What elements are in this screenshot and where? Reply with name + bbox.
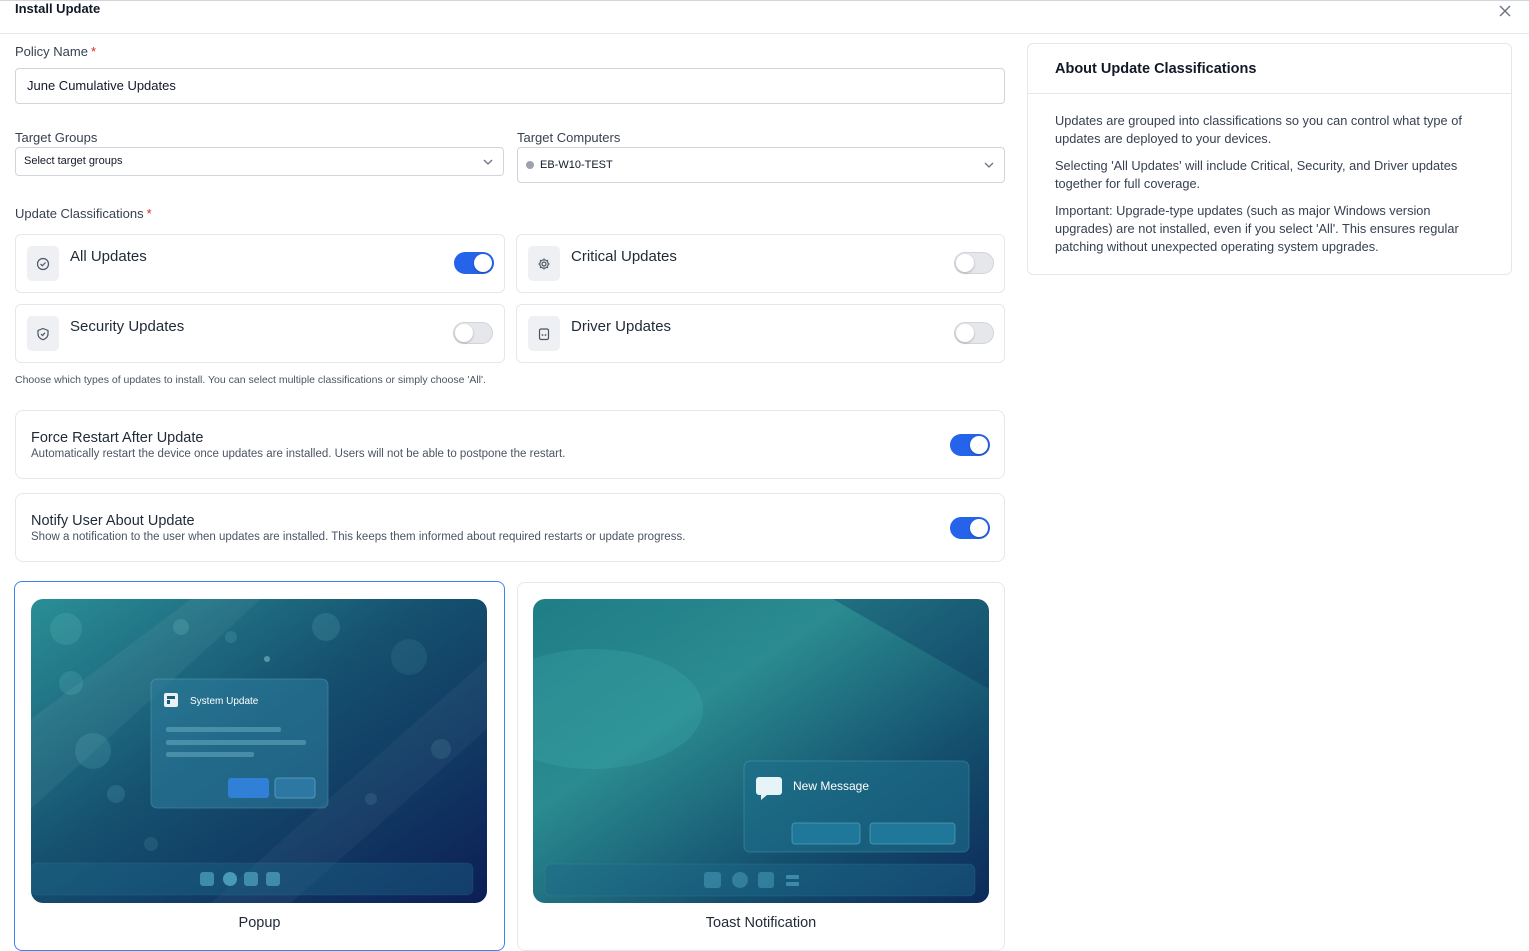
toggle-knob [474,254,492,272]
policy-name-input[interactable]: June Cumulative Updates [15,68,1005,104]
target-groups-select[interactable]: Select target groups [15,147,504,176]
info-paragraph: Selecting 'All Updates' will include Cri… [1055,158,1458,191]
classification-card-driver[interactable]: Driver Updates [516,304,1005,363]
notify-user-toggle[interactable] [950,517,990,539]
popup-preview-image: System Update [31,599,487,903]
check-circle-icon [27,246,59,281]
security-updates-toggle[interactable] [453,322,493,344]
notify-user-description: Show a notification to the user when upd… [31,531,686,543]
classification-name: Driver Updates [571,318,672,335]
close-icon[interactable] [1497,3,1513,19]
popup-preview-title: System Update [190,696,259,707]
notification-style-name: Popup [238,915,281,931]
classifications-label: Update Classifications * [15,206,152,221]
info-paragraph: Important: Upgrade-type updates (such as… [1055,203,1459,254]
classification-card-all[interactable]: All Updates [15,234,505,293]
notification-style-toast[interactable]: New Message Toast Notification [517,582,1005,951]
target-computers-label: Target Computers [517,130,621,145]
info-panel-title: About Update Classifications [1055,61,1257,77]
target-computers-select[interactable]: EB-W10-TEST [517,147,1005,183]
classification-card-critical[interactable]: Critical Updates [516,234,1005,293]
required-marker: * [90,44,97,59]
status-dot [526,161,534,169]
dialog-title: Install Update [15,1,101,16]
target-groups-placeholder: Select target groups [24,155,123,167]
force-restart-title: Force Restart After Update [31,430,204,446]
force-restart-description: Automatically restart the device once up… [31,448,566,460]
toggle-knob [956,324,974,342]
shield-icon [27,316,59,351]
classification-info-panel: About Update Classifications Updates are… [1027,43,1512,275]
toggle-knob [970,519,988,537]
chevron-down-icon [483,159,493,165]
classification-name: Critical Updates [571,248,677,265]
toggle-knob [970,436,988,454]
classification-card-security[interactable]: Security Updates [15,304,505,363]
force-restart-toggle[interactable] [950,434,990,456]
policy-name-label-text: Policy Name [15,44,88,59]
force-restart-option: Force Restart After Update Automatically… [15,410,1005,479]
chevron-down-icon [984,162,994,168]
required-marker: * [146,206,152,221]
notification-style-name: Toast Notification [705,915,817,931]
classifications-label-text: Update Classifications [15,206,144,221]
gear-icon [528,246,560,281]
classifications-hint: Choose which types of updates to install… [15,374,486,386]
classification-name: Security Updates [70,318,185,335]
classification-name: All Updates [70,248,147,265]
target-computer-chip: EB-W10-TEST [540,159,613,171]
target-groups-label: Target Groups [15,130,98,145]
toggle-knob [956,254,974,272]
notify-user-option: Notify User About Update Show a notifica… [15,493,1005,562]
all-updates-toggle[interactable] [454,252,494,274]
toast-preview-image: New Message [533,599,989,903]
notification-style-popup[interactable]: System Update Popup [14,581,505,951]
driver-updates-toggle[interactable] [954,322,994,344]
driver-icon [528,316,560,351]
toggle-knob [455,324,473,342]
divider [1028,93,1511,94]
policy-name-label: Policy Name * [15,44,96,59]
policy-name-value: June Cumulative Updates [27,78,176,93]
notify-user-title: Notify User About Update [31,513,195,529]
info-paragraph: Updates are grouped into classifications… [1055,113,1462,146]
dialog-header: Install Update [0,0,1529,34]
toast-preview-title: New Message [793,779,869,793]
critical-updates-toggle[interactable] [954,252,994,274]
